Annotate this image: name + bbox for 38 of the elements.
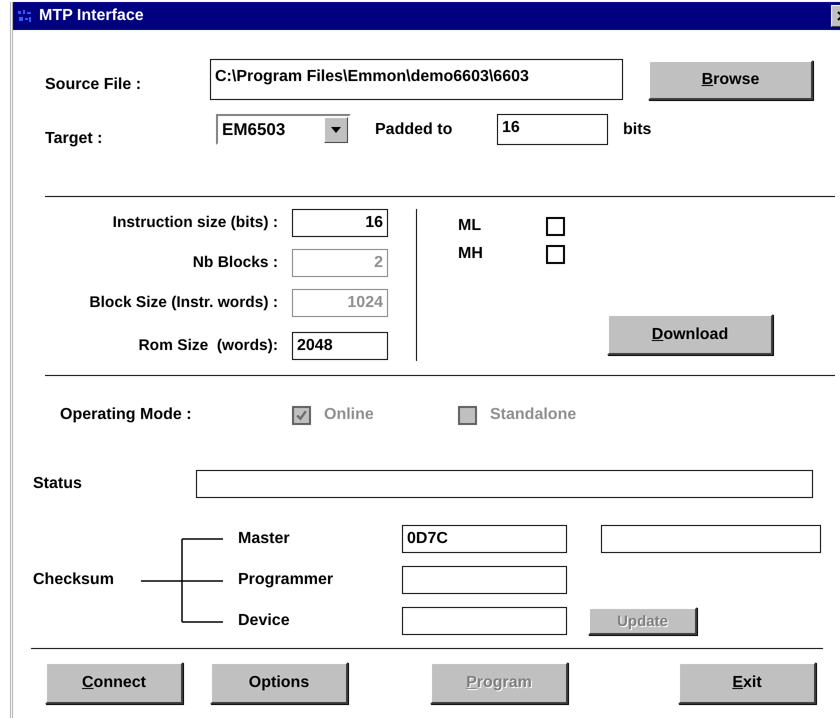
check-icon bbox=[295, 408, 308, 422]
checksum-field[interactable] bbox=[601, 525, 821, 553]
dialog-button[interactable]: Exit bbox=[678, 662, 816, 704]
checkbox[interactable] bbox=[546, 244, 565, 264]
dialog-button[interactable]: Connect bbox=[45, 662, 183, 704]
field-label: Operating Mode : bbox=[60, 406, 193, 424]
input-field[interactable]: 2048 bbox=[292, 332, 388, 360]
field-label: Block Size (Instr. words) : bbox=[88, 294, 278, 312]
checksum-field[interactable]: 0D7C bbox=[402, 525, 567, 553]
target-dropdown[interactable]: EM6503 bbox=[216, 114, 351, 145]
checkbox-label: MH bbox=[458, 245, 484, 263]
field-label: Padded to bbox=[375, 120, 454, 138]
unit-label: bits bbox=[623, 120, 652, 138]
field-label: Nb Blocks : bbox=[192, 254, 278, 272]
padding-field[interactable]: 16 bbox=[497, 114, 608, 145]
checkbox[interactable] bbox=[546, 216, 565, 236]
window-title: MTP Interface bbox=[39, 7, 144, 25]
field-label: Rom Size (words): bbox=[137, 337, 278, 355]
browse-button[interactable]: Browse bbox=[648, 60, 813, 100]
checkbox-label: Standalone bbox=[490, 406, 576, 424]
checkbox-label: Online bbox=[324, 406, 374, 424]
field-label: Programmer bbox=[238, 571, 334, 589]
field-label: Source File : bbox=[45, 74, 142, 94]
download-button[interactable]: Download bbox=[607, 314, 773, 355]
input-field[interactable]: 16 bbox=[292, 209, 388, 237]
field-label: Instruction size (bits) : bbox=[112, 214, 278, 232]
checkbox-label: ML bbox=[458, 217, 482, 235]
field-label: Status bbox=[33, 475, 83, 493]
field-label: Master bbox=[238, 530, 291, 548]
field-label: Target : bbox=[45, 128, 104, 148]
dialog-button[interactable]: Options bbox=[210, 662, 348, 704]
field-label: Checksum bbox=[33, 571, 115, 589]
checksum-field[interactable] bbox=[402, 566, 567, 594]
field-label: Device bbox=[238, 612, 291, 630]
app-icon bbox=[17, 8, 33, 24]
status-field[interactable] bbox=[196, 470, 813, 498]
source-file-field[interactable]: C:\Program Files\Emmon\demo6603\6603 bbox=[210, 59, 623, 100]
checksum-field[interactable] bbox=[402, 607, 567, 635]
